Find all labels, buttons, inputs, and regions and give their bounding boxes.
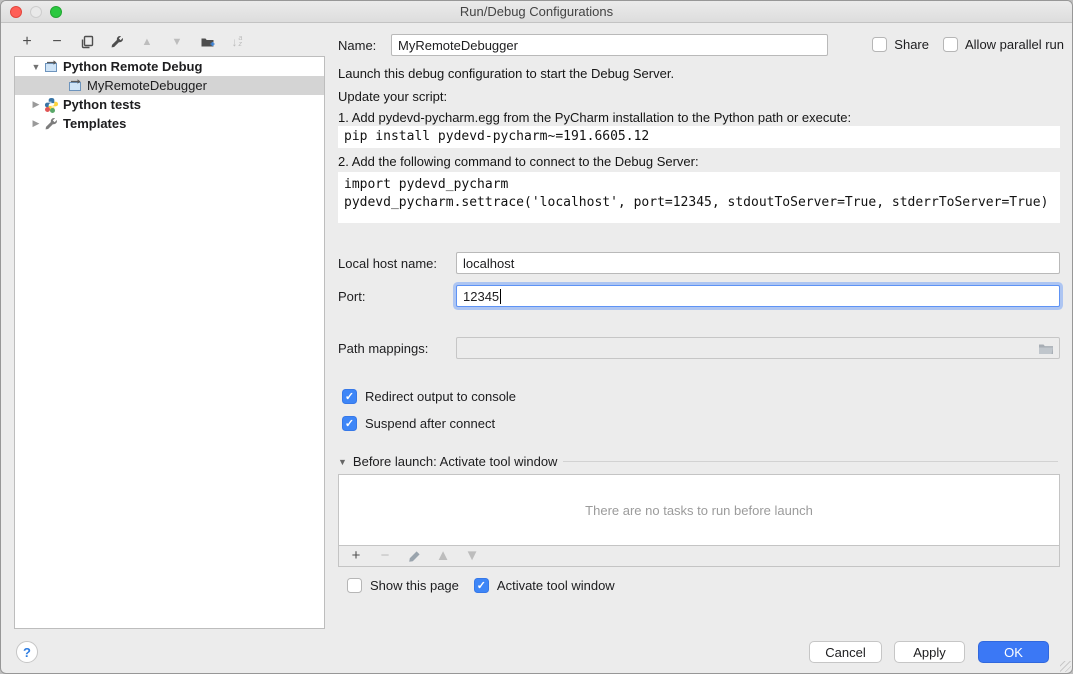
pip-command-code: pip install pydevd-pycharm~=191.6605.12 [338, 126, 1060, 148]
allow-parallel-run-checkbox[interactable] [943, 37, 958, 52]
instruction-line-1: Launch this debug configuration to start… [338, 66, 674, 82]
move-up-icon: ▲ [139, 33, 155, 51]
help-button[interactable]: ? [16, 641, 38, 663]
traffic-lights [10, 6, 62, 18]
port-value: 12345 [463, 289, 499, 304]
resize-grip[interactable] [1060, 661, 1071, 672]
show-this-page-checkbox[interactable] [347, 578, 362, 593]
share-checkbox[interactable] [872, 37, 887, 52]
ok-button[interactable]: OK [978, 641, 1049, 663]
before-launch-title: Before launch: Activate tool window [353, 454, 558, 469]
activate-tool-window-label: Activate tool window [497, 578, 615, 593]
allow-parallel-run-option[interactable]: Allow parallel run [943, 37, 1064, 52]
window-title: Run/Debug Configurations [1, 1, 1072, 22]
section-divider [563, 461, 1058, 462]
tree-item-templates[interactable]: ▶ Templates [15, 114, 324, 133]
show-this-page-option[interactable]: Show this page [347, 578, 459, 593]
settrace-code-block: import pydevd_pycharm pydevd_pycharm.sett… [338, 172, 1060, 223]
sort-icon: ↓ az [229, 33, 245, 51]
minimize-window-button [30, 6, 42, 18]
folder-browse-icon[interactable] [1038, 342, 1054, 355]
move-down-icon: ▼ [169, 33, 185, 51]
share-label: Share [894, 37, 929, 52]
redirect-output-option[interactable]: ✓ Redirect output to console [342, 389, 516, 404]
instruction-step-2: 2. Add the following command to connect … [338, 154, 699, 170]
name-label: Name: [338, 38, 376, 54]
port-label: Port: [338, 289, 365, 305]
edit-task-icon [406, 547, 422, 565]
tree-item-python-tests[interactable]: ▶ Python tests [15, 95, 324, 114]
add-icon[interactable]: + [19, 33, 35, 51]
check-icon: ✓ [477, 579, 486, 592]
remove-task-icon: − [377, 547, 393, 565]
local-host-name-label: Local host name: [338, 256, 437, 272]
path-mappings-label: Path mappings: [338, 341, 428, 357]
path-mappings-input[interactable] [456, 337, 1060, 359]
collapse-triangle-icon[interactable]: ▼ [338, 457, 347, 467]
tree-item-label: Python Remote Debug [63, 59, 202, 74]
configurations-tree: ▼ Python Remote Debug MyRemoteDebugger ▶… [14, 56, 325, 629]
tree-item-myremotedebugger[interactable]: MyRemoteDebugger [15, 76, 324, 95]
close-window-button[interactable] [10, 6, 22, 18]
tree-item-label: Python tests [63, 97, 141, 112]
share-option[interactable]: Share [872, 37, 929, 52]
move-task-up-icon: ▲ [435, 547, 451, 565]
remote-debug-config-icon [68, 78, 83, 93]
check-icon: ✓ [345, 417, 354, 430]
cancel-button[interactable]: Cancel [809, 641, 882, 663]
code-line-1: import pydevd_pycharm [344, 177, 508, 192]
before-launch-task-list[interactable]: There are no tasks to run before launch [338, 474, 1060, 546]
templates-wrench-icon [44, 116, 59, 131]
title-bar: Run/Debug Configurations [1, 1, 1072, 23]
activate-tool-window-option[interactable]: ✓ Activate tool window [474, 578, 615, 593]
redirect-output-checkbox[interactable]: ✓ [342, 389, 357, 404]
chevron-right-icon[interactable]: ▶ [31, 99, 41, 110]
name-input[interactable] [391, 34, 828, 56]
copy-icon[interactable] [79, 33, 95, 51]
code-line-2: pydevd_pycharm.settrace('localhost', por… [344, 195, 1048, 210]
instruction-line-2: Update your script: [338, 89, 447, 105]
chevron-right-icon[interactable]: ▶ [31, 118, 41, 129]
edit-defaults-icon[interactable] [109, 33, 125, 51]
activate-tool-window-checkbox[interactable]: ✓ [474, 578, 489, 593]
question-icon: ? [23, 645, 31, 660]
apply-button[interactable]: Apply [894, 641, 965, 663]
task-list-toolbar: + − ▲ ▼ [338, 546, 1060, 567]
top-right-options: Share Allow parallel run [872, 37, 1064, 52]
page-options-row: Show this page ✓ Activate tool window [347, 578, 615, 593]
local-host-name-input[interactable] [456, 252, 1060, 274]
test-green-dot-icon [50, 108, 55, 113]
chevron-down-icon[interactable]: ▼ [31, 62, 41, 72]
suspend-after-connect-label: Suspend after connect [365, 416, 495, 431]
zoom-window-button[interactable] [50, 6, 62, 18]
show-this-page-label: Show this page [370, 578, 459, 593]
add-task-icon[interactable]: + [348, 547, 364, 565]
run-debug-configurations-dialog: Run/Debug Configurations + − ▲ ▼ ↓ az ▼ … [0, 0, 1073, 674]
before-launch-header[interactable]: ▼ Before launch: Activate tool window [338, 454, 1058, 469]
redirect-output-label: Redirect output to console [365, 389, 516, 404]
suspend-after-connect-option[interactable]: ✓ Suspend after connect [342, 416, 495, 431]
allow-parallel-run-label: Allow parallel run [965, 37, 1064, 52]
check-icon: ✓ [345, 390, 354, 403]
new-folder-icon[interactable] [199, 33, 215, 51]
configurations-toolbar: + − ▲ ▼ ↓ az [19, 30, 245, 54]
remove-icon[interactable]: − [49, 33, 65, 51]
suspend-after-connect-checkbox[interactable]: ✓ [342, 416, 357, 431]
python-tests-icon [44, 97, 59, 112]
instruction-step-1: 1. Add pydevd-pycharm.egg from the PyCha… [338, 110, 851, 126]
move-task-down-icon: ▼ [464, 547, 480, 565]
tree-item-python-remote-debug[interactable]: ▼ Python Remote Debug [15, 57, 324, 76]
tree-item-label: MyRemoteDebugger [87, 78, 207, 93]
port-input[interactable]: 12345 [456, 285, 1060, 307]
text-caret [500, 289, 501, 304]
empty-task-list-text: There are no tasks to run before launch [585, 503, 813, 518]
tree-item-label: Templates [63, 116, 126, 131]
remote-debug-config-icon [44, 59, 59, 74]
